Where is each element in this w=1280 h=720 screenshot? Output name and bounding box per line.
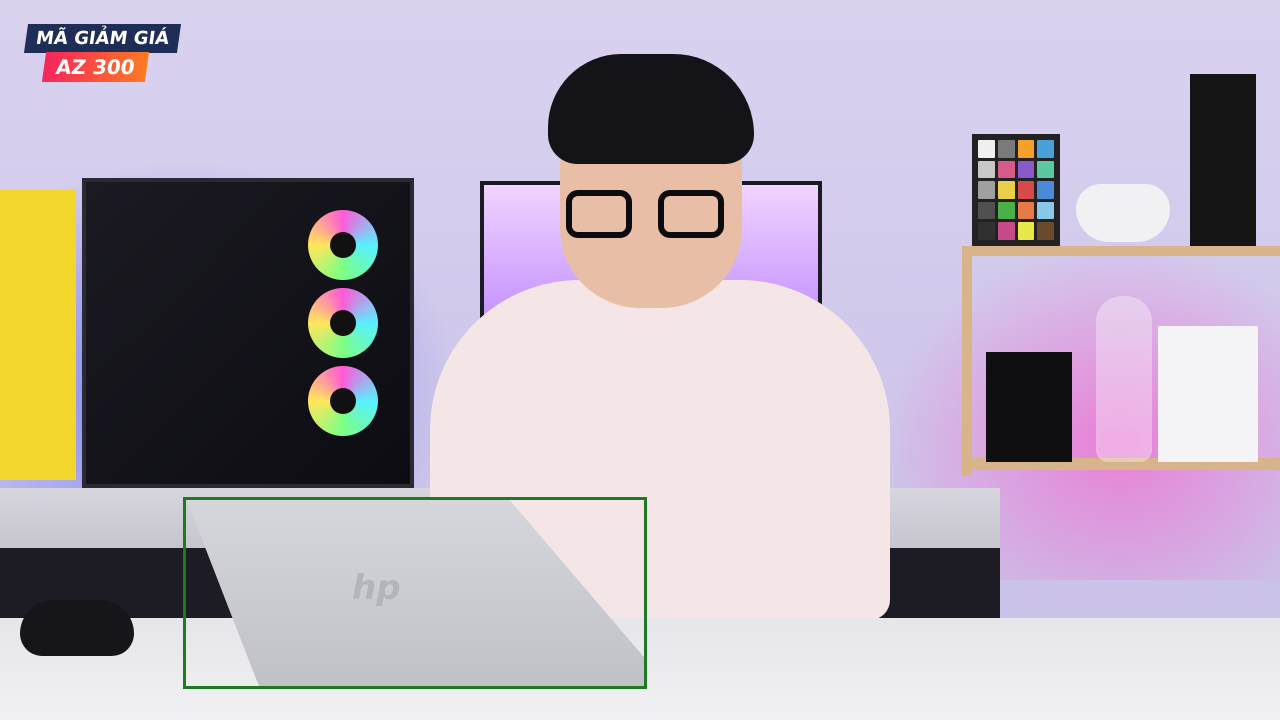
product-box [1190, 74, 1256, 246]
glasses [566, 190, 732, 240]
ssd-box [986, 352, 1072, 462]
computer-mouse [20, 600, 134, 656]
video-frame: hp MÃ GIẢM GIÁ AZ 300 [0, 0, 1280, 720]
presenter-hair [548, 54, 754, 164]
pc-case [82, 178, 414, 488]
promo-badge: MÃ GIẢM GIÁ AZ 300 [23, 24, 182, 86]
spyder-product-box [1158, 326, 1258, 462]
game-controller [1076, 184, 1170, 242]
color-checker-card [972, 134, 1060, 246]
rgb-fan-bottom [308, 366, 378, 436]
laptop-highlight-box [183, 497, 647, 689]
cooler-product-box [0, 190, 76, 480]
rgb-fan-middle [308, 288, 378, 358]
glass-bottle [1096, 296, 1152, 462]
rgb-fan-top [308, 210, 378, 280]
promo-title: MÃ GIẢM GIÁ [23, 24, 182, 53]
promo-code: AZ 300 [41, 52, 149, 82]
